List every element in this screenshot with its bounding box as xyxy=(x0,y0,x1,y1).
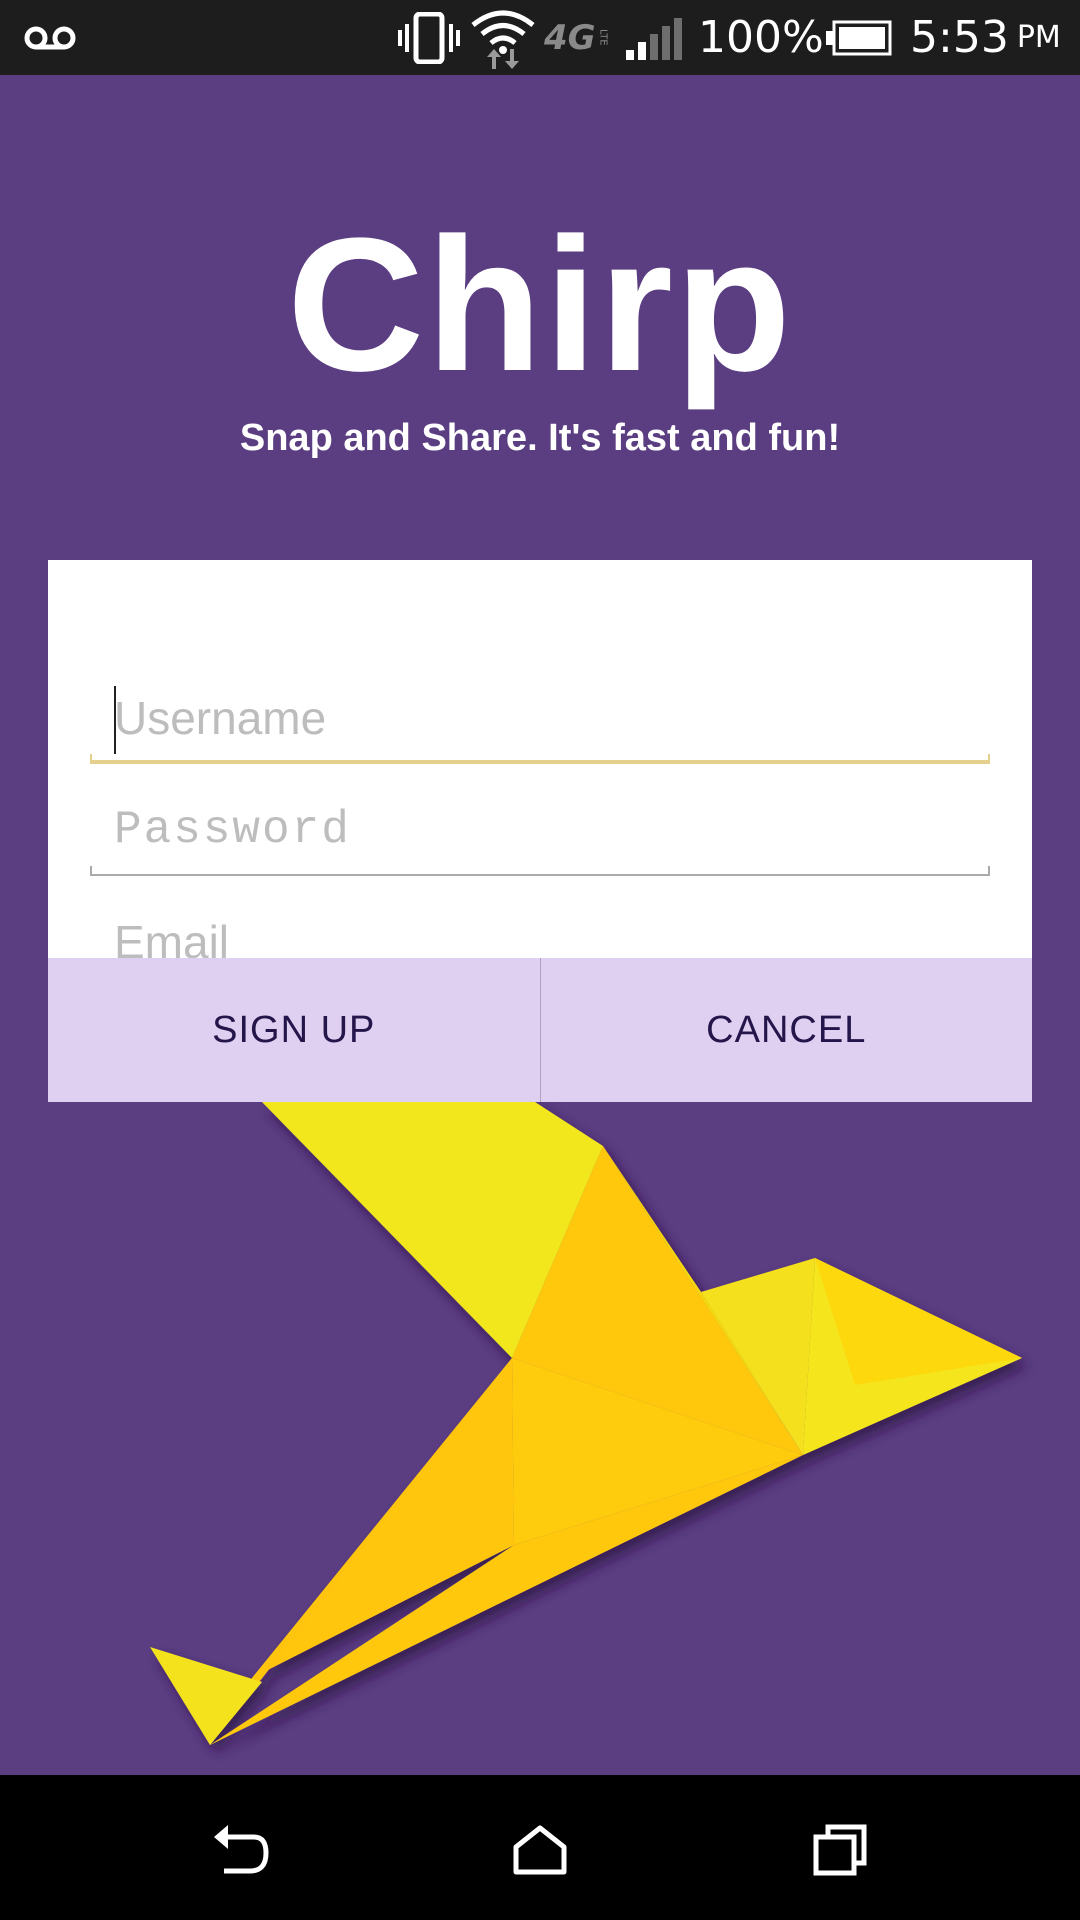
signal-icon xyxy=(626,0,684,75)
recents-icon[interactable] xyxy=(800,1810,880,1890)
voicemail-icon xyxy=(24,0,76,75)
status-bar: 4G LTE 100% 5:53 PM xyxy=(0,0,1080,75)
main-screen: Chirp Snap and Share. It's fast and fun!… xyxy=(0,75,1080,1775)
network-type: 4G xyxy=(544,17,596,58)
network-type-indicator: 4G LTE xyxy=(544,0,609,75)
clock-suffix: PM xyxy=(1016,20,1061,55)
action-buttons: SIGN UP CANCEL xyxy=(48,958,1032,1102)
signup-card: SIGN UP CANCEL xyxy=(48,560,1032,1102)
sign-up-button[interactable]: SIGN UP xyxy=(48,958,540,1102)
password-input[interactable] xyxy=(90,790,990,870)
battery-percent: 100% xyxy=(698,12,824,63)
vibrate-icon xyxy=(398,0,460,75)
home-icon[interactable] xyxy=(500,1810,580,1890)
username-field-container xyxy=(90,678,990,768)
clock-time: 5:53 xyxy=(910,12,1009,63)
bird-body xyxy=(150,1102,1022,1745)
app-title: Chirp xyxy=(286,199,794,411)
cancel-button[interactable]: CANCEL xyxy=(541,958,1033,1102)
wifi-icon xyxy=(470,0,536,75)
back-icon[interactable] xyxy=(200,1810,280,1890)
text-cursor xyxy=(114,686,116,754)
battery-icon xyxy=(826,0,892,75)
network-sub: LTE xyxy=(597,29,609,46)
clock: 5:53 PM xyxy=(910,0,1061,75)
app-tagline: Snap and Share. It's fast and fun! xyxy=(239,417,841,459)
password-underline xyxy=(90,866,990,876)
password-field-container xyxy=(90,790,990,880)
username-input[interactable] xyxy=(90,678,990,758)
username-underline xyxy=(90,754,990,764)
navigation-bar xyxy=(0,1775,1080,1920)
